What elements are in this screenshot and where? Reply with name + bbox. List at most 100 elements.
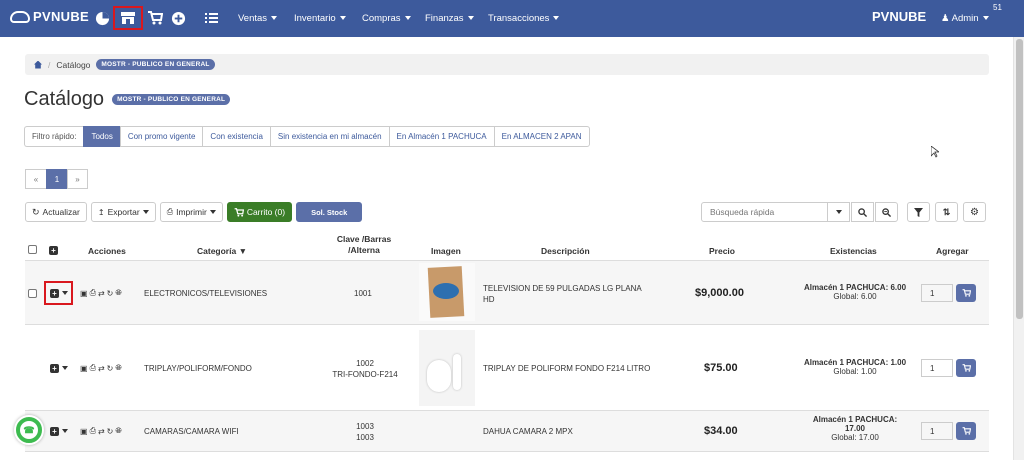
id-card-icon[interactable]: ▣ [80, 289, 88, 298]
header-add: Agregar [936, 246, 969, 256]
cell-stock: Almacén 1 PACHUCA: 1.00 Global: 1.00 [795, 358, 915, 376]
cloud-icon [10, 10, 30, 23]
export-icon: ↥ [97, 207, 105, 217]
product-image-label [433, 283, 459, 299]
filter-almacen-1[interactable]: En Almacén 1 PACHUCA [388, 126, 494, 147]
menu-inventario[interactable]: Inventario [294, 13, 346, 24]
vertical-scrollbar[interactable] [1013, 37, 1024, 460]
product-image[interactable] [419, 330, 475, 406]
row-checkbox[interactable] [28, 289, 37, 298]
stock-main-value: 17.00 [844, 424, 866, 433]
chevron-down-icon[interactable] [62, 429, 68, 433]
row-actions: ▣ ⎙ ⇄ ↻ 🌐︎ [80, 426, 122, 436]
chevron-down-icon[interactable] [62, 291, 68, 295]
exchange-icon[interactable]: ⇄ [98, 364, 105, 373]
store-icon[interactable] [113, 6, 143, 30]
header-code: Clave /Barras/Alterna [329, 234, 399, 256]
print-button[interactable]: ⎙ Imprimir [159, 202, 223, 222]
header-actions: Acciones [88, 246, 126, 256]
cell-price: $9,000.00 [695, 287, 744, 299]
filter-almacen-2[interactable]: En ALMACEN 2 APAN [493, 126, 590, 147]
home-icon[interactable] [34, 60, 42, 69]
filter-icon [914, 207, 923, 217]
export-label: Exportar [107, 207, 140, 217]
cart-button[interactable]: Carrito (0) [226, 202, 293, 222]
menu-finanzas[interactable]: Finanzas [425, 13, 474, 24]
menu-transacciones[interactable]: Transacciones [488, 13, 559, 24]
brand-logo[interactable]: PVNUBE [10, 9, 89, 24]
globe-icon[interactable]: 🌐︎ [115, 363, 121, 373]
brand-logo-right: PVNUBE [850, 9, 926, 24]
cell-code-line2: TRI-FONDO-F214 [332, 370, 398, 379]
filter-promo[interactable]: Con promo vigente [119, 126, 203, 147]
select-all-checkbox[interactable] [28, 245, 37, 254]
breadcrumb-current: Catálogo [56, 59, 91, 70]
cell-category: TRIPLAY/POLIFORM/FONDO [144, 364, 252, 373]
pie-chart-icon[interactable] [93, 9, 111, 27]
cell-description-line1: TELEVISION DE 59 PULGADAS LG PLANA [483, 284, 642, 293]
quick-filter-group: Filtro rápido: Todos Con promo vigente C… [24, 126, 590, 147]
row-divider [25, 451, 989, 452]
filter-con-existencia[interactable]: Con existencia [202, 126, 270, 147]
header-code-line1: Clave /Barras [336, 234, 392, 244]
filter-sin-existencia[interactable]: Sin existencia en mi almacén [269, 126, 389, 147]
stock-request-button[interactable]: Sol. Stock [296, 202, 363, 222]
cart-icon[interactable] [146, 9, 164, 27]
print-icon[interactable]: ⎙ [90, 288, 96, 298]
refresh-icon[interactable]: ↻ [107, 427, 114, 436]
quantity-input[interactable]: 1 [921, 422, 953, 440]
menu-compras[interactable]: Compras [362, 13, 411, 24]
settings-button[interactable]: ⚙ [963, 202, 986, 222]
plus-square-icon[interactable]: + [50, 289, 59, 298]
add-to-cart-button[interactable] [956, 422, 976, 440]
plus-square-icon[interactable]: + [50, 427, 59, 436]
exchange-icon[interactable]: ⇄ [98, 427, 105, 436]
add-to-cart-button[interactable] [956, 359, 976, 377]
pager-page-1[interactable]: 1 [46, 169, 67, 189]
pager-next[interactable]: » [67, 169, 88, 189]
cell-code-line1: 1002 [356, 359, 374, 368]
id-card-icon[interactable]: ▣ [80, 427, 88, 436]
header-category[interactable]: Categoría ▼ [197, 246, 247, 256]
globe-icon[interactable]: 🌐︎ [115, 288, 121, 298]
product-image[interactable] [419, 263, 475, 321]
search-input[interactable] [701, 202, 847, 222]
list-icon[interactable] [202, 9, 220, 27]
cart-icon [962, 364, 971, 372]
pagination: « 1 » [25, 169, 88, 189]
quantity-input[interactable]: 1 [921, 359, 953, 377]
quantity-input[interactable]: 1 [921, 284, 953, 302]
brand-text: PVNUBE [33, 9, 89, 24]
add-to-cart-button[interactable] [956, 284, 976, 302]
scrollbar-thumb[interactable] [1016, 39, 1023, 319]
refresh-icon[interactable]: ↻ [107, 289, 114, 298]
plus-circle-icon[interactable] [169, 9, 187, 27]
sort-button[interactable]: ⇅ [935, 202, 958, 222]
cell-code: 1001 [354, 289, 372, 298]
plus-square-icon[interactable]: + [49, 246, 58, 255]
print-icon[interactable]: ⎙ [90, 363, 96, 373]
cell-category: CAMARAS/CAMARA WIFI [144, 427, 239, 436]
chevron-down-icon[interactable] [62, 366, 68, 370]
refresh-icon: ↻ [32, 206, 40, 217]
plus-square-icon[interactable]: + [50, 364, 59, 373]
search-options-button[interactable] [827, 202, 850, 222]
search-button[interactable] [851, 202, 874, 222]
clear-search-button[interactable] [875, 202, 898, 222]
print-icon[interactable]: ⎙ [90, 426, 96, 436]
cell-price: $34.00 [704, 425, 738, 437]
refresh-button[interactable]: ↻ Actualizar [25, 202, 87, 222]
exchange-icon[interactable]: ⇄ [98, 289, 105, 298]
filter-todos[interactable]: Todos [83, 126, 120, 147]
user-menu[interactable]: ♟ Admin [941, 13, 989, 24]
id-card-icon[interactable]: ▣ [80, 364, 88, 373]
refresh-icon[interactable]: ↻ [107, 364, 114, 373]
globe-icon[interactable]: 🌐︎ [115, 426, 121, 436]
stock-main: Almacén 1 PACHUCA: 1.00 [803, 358, 907, 367]
filter-button[interactable] [907, 202, 930, 222]
menu-ventas[interactable]: Ventas [238, 13, 277, 24]
whatsapp-button[interactable]: ☎ [14, 415, 44, 445]
pager-prev[interactable]: « [25, 169, 46, 189]
cell-description: TRIPLAY DE POLIFORM FONDO F214 LITRO [483, 364, 651, 373]
export-button[interactable]: ↥ Exportar [90, 202, 156, 222]
